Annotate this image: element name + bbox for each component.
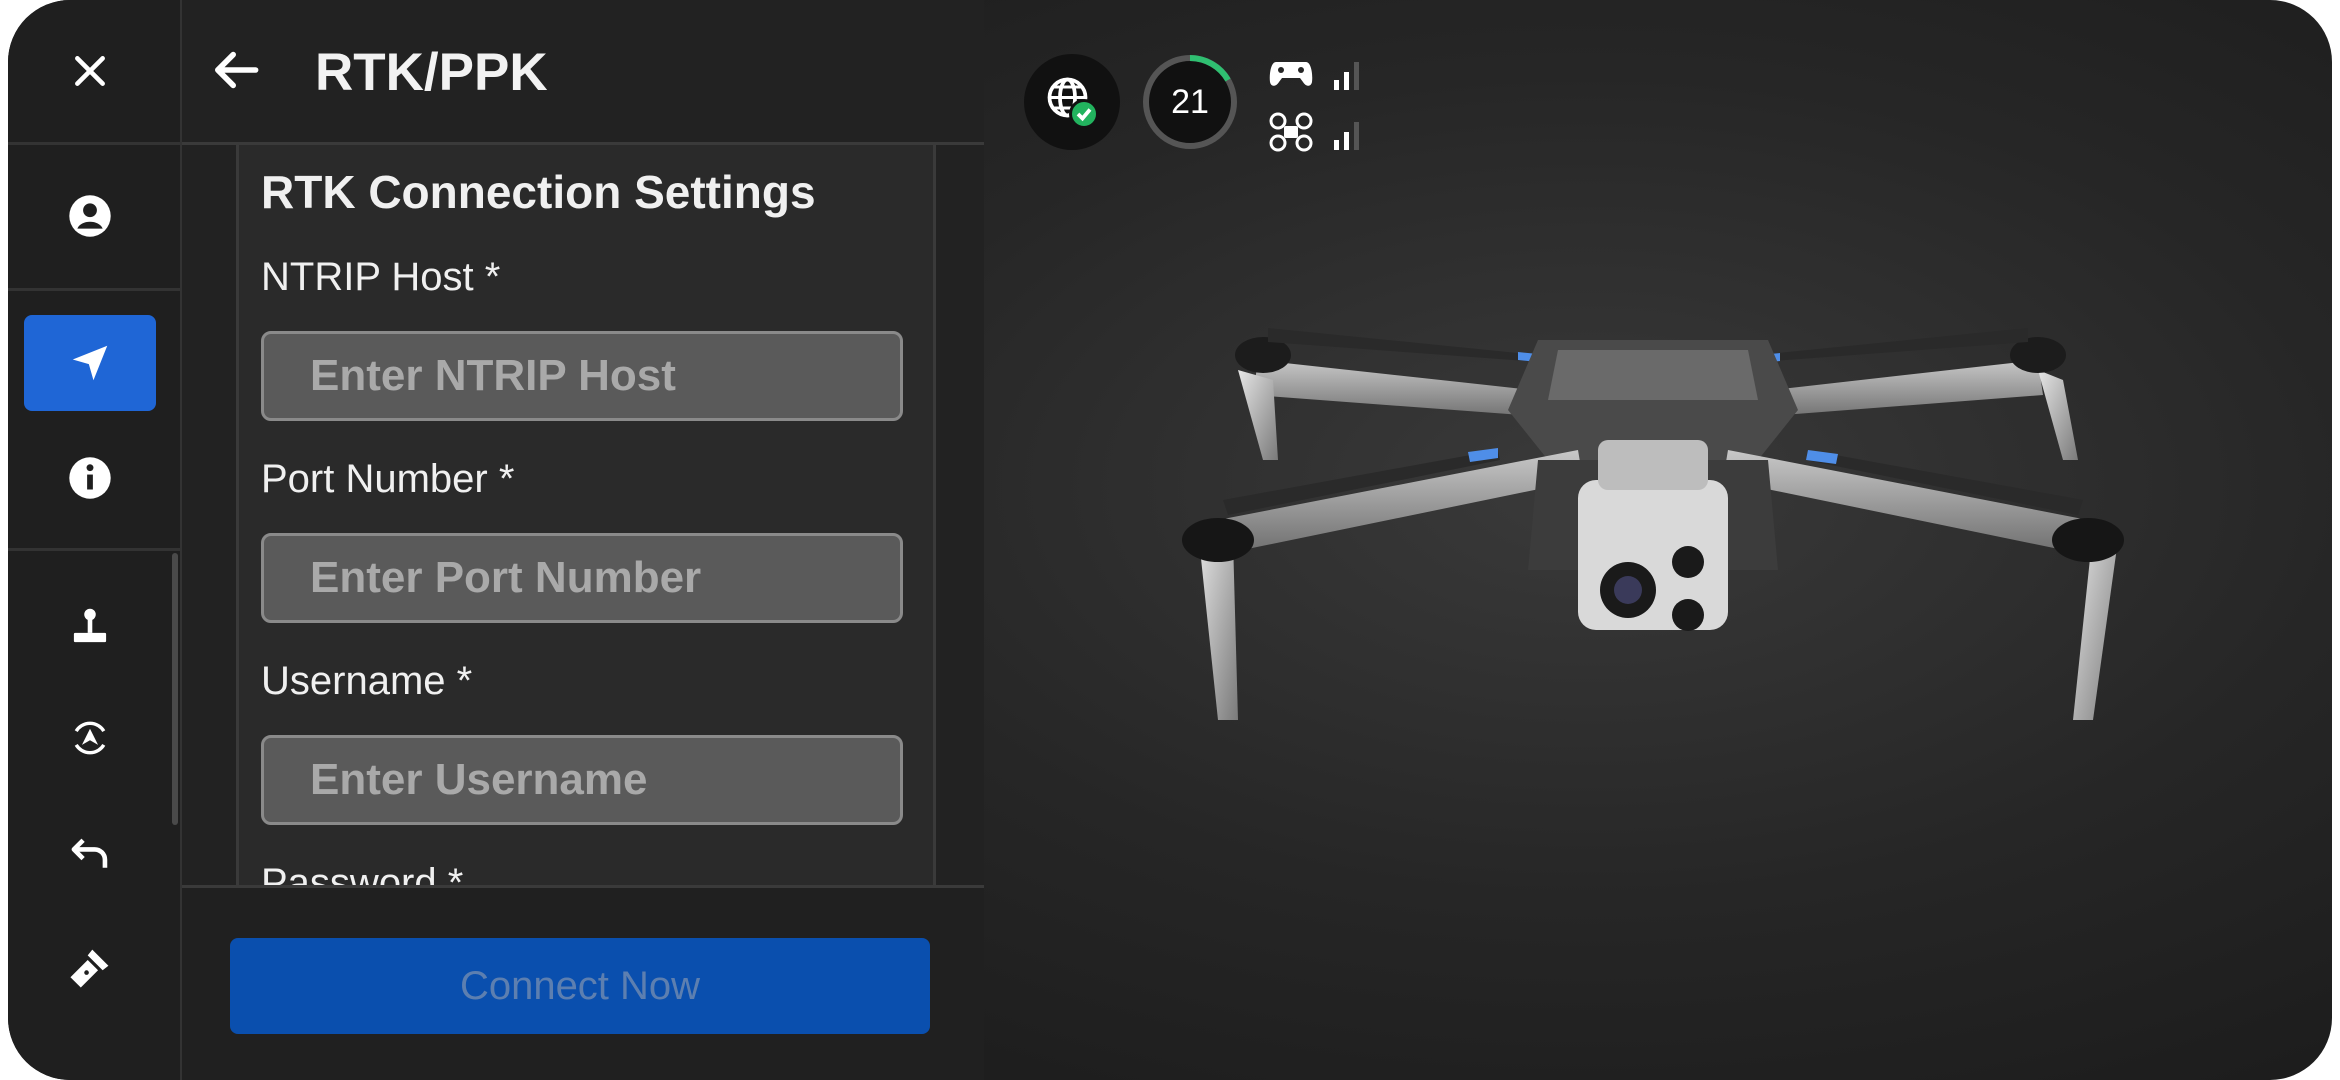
ntrip-host-input[interactable] bbox=[261, 331, 903, 421]
sidebar-item-joystick[interactable] bbox=[24, 578, 156, 674]
connect-now-button[interactable]: Connect Now bbox=[230, 938, 930, 1034]
ntrip-host-label: NTRIP Host * bbox=[261, 255, 501, 299]
port-number-label: Port Number * bbox=[261, 457, 515, 501]
drone-signal-icon bbox=[1334, 122, 1359, 150]
password-label: Password * bbox=[261, 861, 464, 885]
panel-footer: Connect Now bbox=[182, 885, 984, 1080]
close-icon bbox=[75, 56, 105, 86]
sidebar-item-info[interactable] bbox=[24, 430, 156, 526]
sidebar-scrollbar[interactable] bbox=[172, 553, 178, 825]
info-icon bbox=[69, 457, 111, 499]
section-title: RTK Connection Settings bbox=[261, 166, 816, 218]
satellite-count: 21 bbox=[1171, 82, 1209, 121]
controller-signal-icon bbox=[1334, 62, 1359, 90]
port-number-input[interactable] bbox=[261, 533, 903, 623]
account-icon bbox=[69, 195, 111, 237]
controller-icon bbox=[1269, 62, 1313, 86]
drone-image bbox=[1182, 328, 2124, 720]
back-arrow-icon bbox=[215, 51, 259, 89]
page-title: RTK/PPK bbox=[315, 43, 548, 102]
username-label: Username * bbox=[261, 659, 473, 703]
sidebar-item-navigation[interactable] bbox=[24, 315, 156, 411]
rtk-status-indicator[interactable] bbox=[1024, 54, 1120, 150]
panel-header: RTK/PPK bbox=[182, 0, 984, 145]
sidebar-item-calibration[interactable] bbox=[24, 690, 156, 786]
divider bbox=[8, 288, 180, 291]
sidebar-item-return[interactable] bbox=[24, 806, 156, 902]
return-icon bbox=[71, 838, 108, 868]
sidebar-item-account[interactable] bbox=[24, 168, 156, 264]
joystick-icon bbox=[73, 608, 107, 643]
app-window: RTK/PPK RTK Connection Settings NTRIP Ho… bbox=[8, 0, 2332, 1080]
sidebar-item-flashlight[interactable] bbox=[24, 920, 156, 1016]
calibration-icon bbox=[74, 721, 106, 755]
username-input[interactable] bbox=[261, 735, 903, 825]
sidebar bbox=[8, 0, 183, 1080]
divider bbox=[8, 548, 180, 551]
rtk-settings-panel: RTK/PPK RTK Connection Settings NTRIP Ho… bbox=[182, 0, 984, 1080]
globe-check-icon bbox=[1047, 77, 1099, 129]
drone-icon bbox=[1269, 112, 1313, 152]
close-button[interactable] bbox=[24, 23, 156, 119]
settings-form[interactable]: RTK Connection Settings NTRIP Host * Por… bbox=[236, 145, 936, 885]
flashlight-icon bbox=[70, 949, 109, 988]
back-button[interactable] bbox=[204, 38, 268, 102]
navigation-icon bbox=[72, 345, 108, 381]
